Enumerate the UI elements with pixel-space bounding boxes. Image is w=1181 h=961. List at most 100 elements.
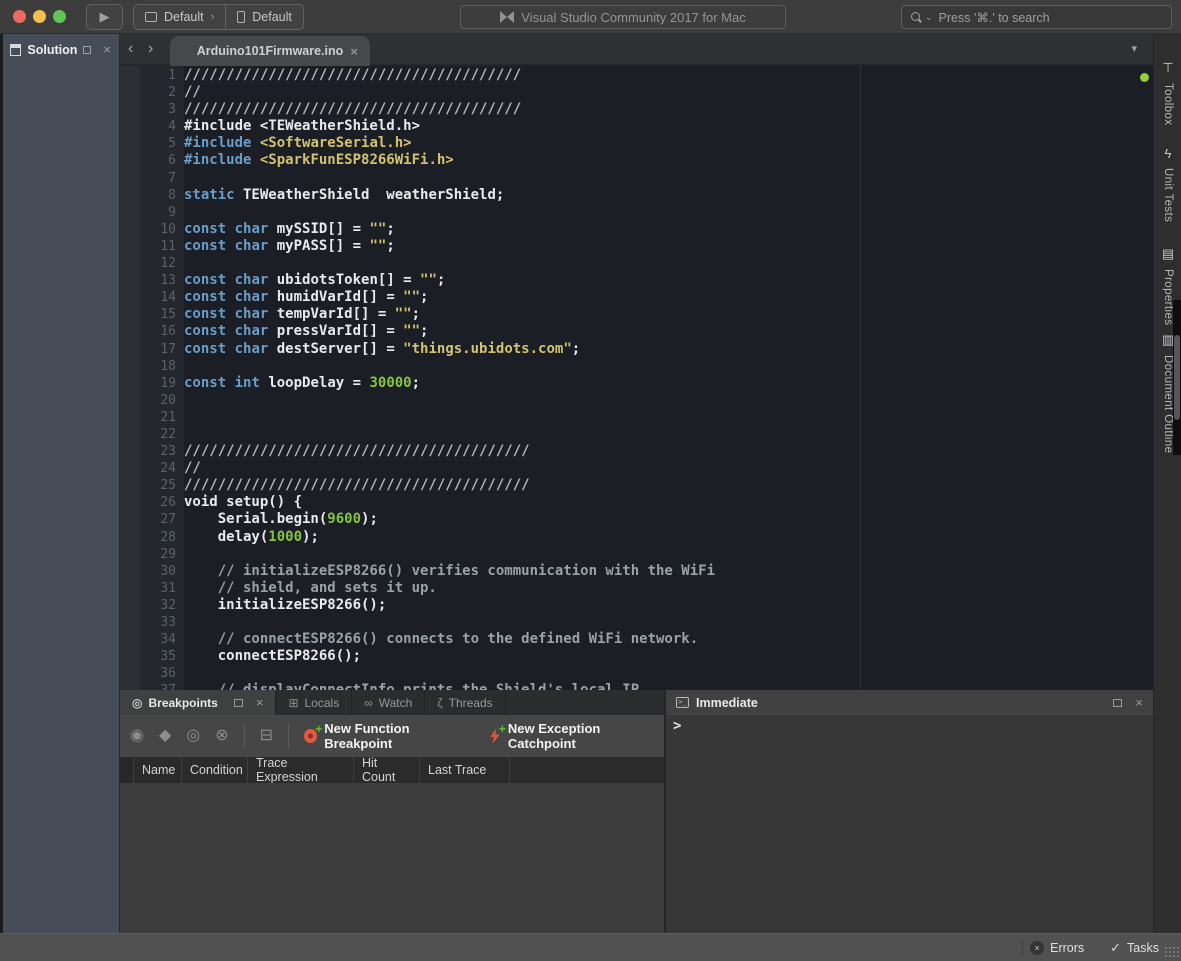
delete-breakpoint-icon[interactable]: ⊗ — [215, 728, 228, 744]
code-token: static — [184, 187, 235, 204]
immediate-console-input[interactable]: > — [666, 715, 1153, 933]
chevron-down-icon: ⌄ — [925, 12, 933, 23]
close-pad-icon[interactable]: × — [256, 698, 264, 708]
code-token: char — [235, 221, 269, 238]
line-number: 16 — [120, 323, 184, 340]
code-token: const — [184, 238, 226, 255]
line-number: 6 — [120, 152, 184, 169]
scrollbar-track[interactable] — [1173, 300, 1181, 455]
line-number: 13 — [120, 272, 184, 289]
dock-tab-unit-tests[interactable]: ϟUnit Tests — [1154, 146, 1181, 222]
code-token — [226, 289, 234, 306]
column-header-hit-count[interactable]: Hit Count — [354, 757, 420, 783]
code-token: ; — [412, 306, 420, 323]
breakpoints-table-body[interactable] — [120, 783, 664, 933]
disable-breakpoint-icon[interactable]: ◆ — [159, 728, 171, 744]
code-token: TEWeatherShield weatherShield; — [235, 187, 505, 204]
column-header-last-trace[interactable]: Last Trace — [420, 757, 510, 783]
breakpoints-pad: ◎Breakpoints×⊞Locals∞WatchζThreads ◉◆◎⊗ … — [120, 690, 664, 933]
column-header-trace-expression[interactable]: Trace Expression — [248, 757, 354, 783]
code-token: int — [235, 375, 260, 392]
code-line: 9 — [120, 204, 715, 221]
float-pad-icon[interactable] — [83, 46, 91, 54]
code-editor[interactable]: 1///////////////////////////////////////… — [120, 66, 1153, 690]
code-token: // shield, and sets it up. — [184, 580, 437, 597]
tasks-button[interactable]: ✓ Tasks — [1110, 940, 1159, 956]
breakpoints-icon: ◎ — [132, 696, 142, 710]
debug-tab-label: Breakpoints — [148, 696, 217, 710]
minimize-window-button[interactable] — [33, 10, 46, 23]
statusbar-separator — [1022, 939, 1023, 957]
close-tab-icon[interactable]: × — [350, 44, 358, 59]
code-line: 17const char destServer[] = "things.ubid… — [120, 341, 715, 358]
code-token: "" — [369, 238, 386, 255]
code-token: mySSID[] = — [268, 221, 369, 238]
code-line: 29 — [120, 546, 715, 563]
float-pad-icon[interactable] — [234, 699, 243, 707]
code-token: 1000 — [268, 529, 302, 546]
line-number: 26 — [120, 494, 184, 511]
code-token: "" — [403, 323, 420, 340]
code-line: 22 — [120, 426, 715, 443]
zoom-window-button[interactable] — [53, 10, 66, 23]
code-token: ; — [412, 375, 420, 392]
build-configuration-dropdown[interactable]: Default › — [134, 5, 225, 29]
line-number: 4 — [120, 118, 184, 135]
global-search-input[interactable]: ⌄ Press '⌘.' to search — [901, 5, 1172, 29]
line-number: 35 — [120, 648, 184, 665]
debug-tab-locals[interactable]: ⊞Locals — [276, 690, 352, 715]
status-bar: × Errors ✓ Tasks — [0, 933, 1181, 961]
code-token: #include — [184, 152, 251, 169]
line-number: 24 — [120, 460, 184, 477]
line-number: 21 — [120, 409, 184, 426]
dock-tab-toolbox[interactable]: ⊤Toolbox — [1154, 60, 1181, 125]
play-icon: ▶ — [100, 9, 110, 25]
line-number: 15 — [120, 306, 184, 323]
resize-grip[interactable] — [1164, 946, 1179, 959]
navigate-back-icon[interactable]: ‹ — [128, 40, 133, 58]
code-token — [226, 306, 234, 323]
navigate-forward-icon[interactable]: › — [148, 40, 153, 58]
remove-all-breakpoints-icon[interactable]: ◎ — [186, 728, 200, 744]
new-function-breakpoint-button[interactable]: New Function Breakpoint — [304, 721, 474, 751]
code-line: 35 connectESP8266(); — [120, 648, 715, 665]
new-function-breakpoint-label: New Function Breakpoint — [324, 721, 473, 751]
device-configuration-dropdown[interactable]: Default — [225, 5, 303, 29]
line-number: 23 — [120, 443, 184, 460]
code-line: 37 // displayConnectInfo prints the Shie… — [120, 682, 715, 690]
code-token: char — [235, 238, 269, 255]
code-token: humidVarId[] = — [268, 289, 403, 306]
toolbar-separator — [288, 724, 289, 748]
errors-button[interactable]: × Errors — [1030, 941, 1084, 955]
breakpoint-icon[interactable]: ◉ — [130, 728, 144, 744]
analysis-status-icon[interactable] — [1140, 73, 1149, 82]
code-token: ; — [386, 238, 394, 255]
tab-list-dropdown-icon[interactable]: ▾ — [1131, 42, 1137, 55]
window-controls — [13, 10, 66, 23]
run-button[interactable]: ▶ — [86, 4, 123, 30]
debug-tab-threads[interactable]: ζThreads — [425, 690, 505, 715]
close-pad-icon[interactable]: × — [103, 45, 111, 55]
scrollbar-thumb[interactable] — [1174, 335, 1180, 420]
column-header-condition[interactable]: Condition — [182, 757, 248, 783]
code-token: // initializeESP8266() verifies communic… — [184, 563, 715, 580]
columns-icon[interactable]: ⊟ — [260, 728, 273, 744]
float-pad-icon[interactable] — [1113, 699, 1122, 707]
errors-icon: × — [1030, 941, 1044, 955]
code-token: ); — [302, 529, 319, 546]
search-placeholder: Press '⌘.' to search — [939, 10, 1050, 25]
code-token: "" — [403, 289, 420, 306]
watch-icon: ∞ — [364, 696, 373, 710]
code-token: "" — [369, 221, 386, 238]
close-pad-icon[interactable]: × — [1135, 698, 1143, 708]
close-window-button[interactable] — [13, 10, 26, 23]
new-exception-catchpoint-button[interactable]: New Exception Catchpoint — [489, 721, 664, 751]
window-title: Visual Studio Community 2017 for Mac — [521, 10, 745, 25]
debug-tab-breakpoints[interactable]: ◎ Breakpoints × — [120, 690, 276, 715]
code-token: //////////////////////////////////////// — [184, 101, 521, 118]
code-token: ////////////////////////////////////////… — [184, 443, 530, 460]
debug-tab-watch[interactable]: ∞Watch — [352, 690, 425, 715]
tab-arduino101firmware[interactable]: Arduino101Firmware.ino × — [170, 36, 370, 66]
column-header-name[interactable]: Name — [134, 757, 182, 783]
code-token: myPASS[] = — [268, 238, 369, 255]
